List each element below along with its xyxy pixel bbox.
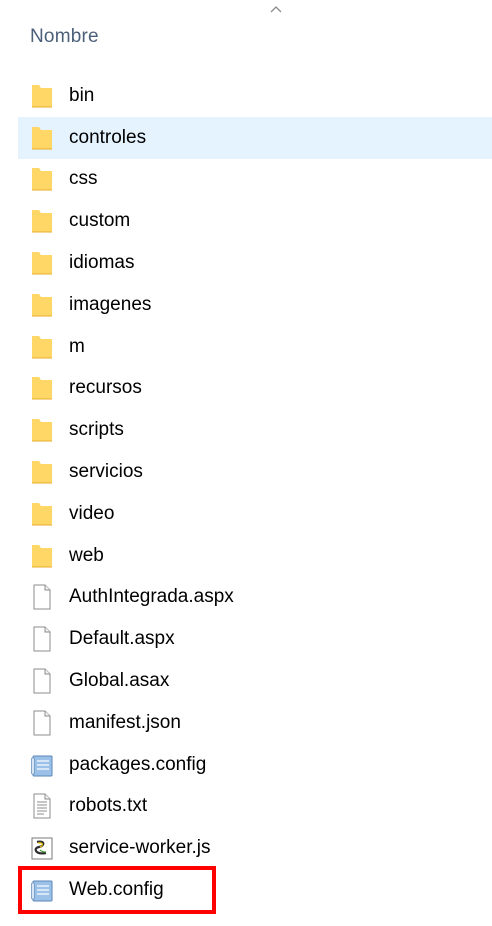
list-item-custom[interactable]: custom [18,200,492,242]
item-label: packages.config [69,753,207,775]
folder-icon [32,335,52,359]
item-label: controles [69,126,147,148]
blank-file-icon [33,584,51,610]
list-item-imagenes[interactable]: imagenes [18,284,492,326]
item-label: css [69,168,98,190]
item-label: AuthIntegrada.aspx [69,586,234,608]
item-label: service-worker.js [69,837,211,859]
folder-icon [32,377,52,400]
config-file-icon [31,755,53,777]
list-item-web-config[interactable]: Web.config [18,866,216,915]
item-label: m [69,335,85,357]
list-item-m[interactable]: m [18,326,492,368]
folder-icon [32,419,52,442]
list-item-robots-txt[interactable]: robots.txt [18,786,492,828]
folder-icon [32,210,52,233]
file-list: bin controles css custom idiomas imagene… [18,75,492,915]
list-item-controles[interactable]: controles [18,116,492,159]
list-item-authintegrada-aspx[interactable]: AuthIntegrada.aspx [18,577,492,619]
item-label: video [69,502,115,524]
blank-file-icon [33,626,51,652]
folder-icon [32,168,52,191]
item-label: custom [69,210,131,232]
item-label: web [69,544,104,566]
item-label: manifest.json [69,711,181,733]
item-label: recursos [69,377,142,399]
item-label: robots.txt [69,795,148,817]
list-item-scripts[interactable]: scripts [18,409,492,451]
list-item-recursos[interactable]: recursos [18,368,492,410]
item-label: Web.config [69,879,164,901]
config-file-icon [31,880,53,902]
list-item-default-aspx[interactable]: Default.aspx [18,618,492,660]
list-item-packages-config[interactable]: packages.config [18,744,492,786]
item-label: imagenes [69,293,152,315]
folder-icon [32,252,52,275]
script-file-icon [31,837,53,860]
list-item-manifest-json[interactable]: manifest.json [18,702,492,744]
chevron-up-icon[interactable] [268,2,284,16]
folder-icon [32,84,52,108]
text-file-icon [33,793,51,819]
list-item-web[interactable]: web [18,535,492,577]
folder-icon [32,461,52,484]
list-item-servicios[interactable]: servicios [18,451,492,493]
folder-icon [32,126,52,150]
list-item-video[interactable]: video [18,493,492,535]
item-label: bin [69,84,95,106]
list-item-bin[interactable]: bin [18,75,492,117]
item-label: Default.aspx [69,628,175,650]
folder-icon [32,293,52,317]
item-label: servicios [69,461,143,483]
folder-icon [32,544,52,568]
list-item-css[interactable]: css [18,159,492,201]
blank-file-icon [33,668,51,694]
column-header-name[interactable]: Nombre [30,26,99,48]
item-label: scripts [69,419,124,441]
item-label: idiomas [69,252,135,274]
list-item-global-asax[interactable]: Global.asax [18,660,492,702]
file-explorer-pane: Nombre bin controles css custom idiomas … [0,0,492,926]
item-label: Global.asax [69,670,170,692]
blank-file-icon [33,710,51,736]
list-item-service-worker-js[interactable]: service-worker.js [18,827,492,869]
folder-icon [32,502,52,526]
list-item-idiomas[interactable]: idiomas [18,242,492,284]
